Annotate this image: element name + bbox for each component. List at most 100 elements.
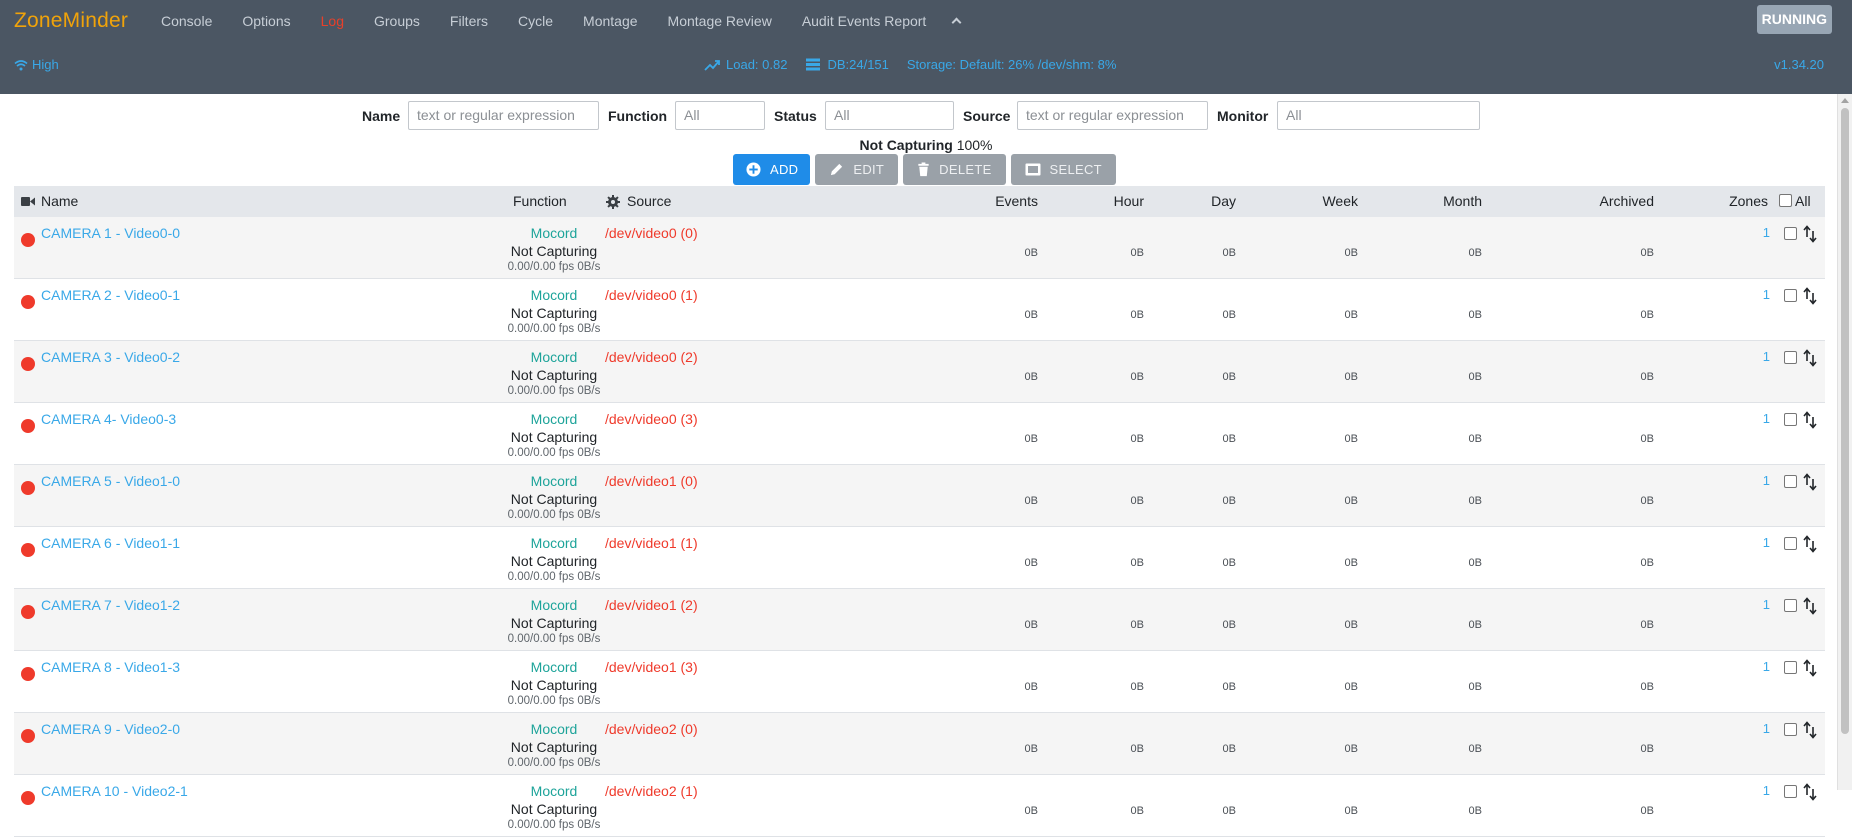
monitor-name-link[interactable]: CAMERA 4- Video0-3 [41, 411, 176, 427]
month-cell[interactable]: 0B [1392, 433, 1482, 445]
day-cell[interactable]: 0B [1164, 371, 1236, 383]
week-cell[interactable]: 0B [1274, 433, 1358, 445]
row-select-checkbox[interactable] [1784, 661, 1797, 674]
nav-montage-review[interactable]: Montage Review [653, 0, 787, 42]
brand-logo[interactable]: ZoneMinder [14, 9, 128, 33]
run-state-button[interactable]: RUNNING [1756, 5, 1832, 34]
col-zones[interactable]: Zones [1714, 193, 1768, 209]
zones-link[interactable]: 1 [1763, 287, 1770, 302]
monitor-name-link[interactable]: CAMERA 8 - Video1-3 [41, 659, 180, 675]
col-month[interactable]: Month [1392, 193, 1482, 209]
reorder-arrows-icon[interactable] [1803, 287, 1817, 305]
day-cell[interactable]: 0B [1164, 309, 1236, 321]
col-day[interactable]: Day [1164, 193, 1236, 209]
events-cell[interactable]: 0B [952, 743, 1038, 755]
events-cell[interactable]: 0B [952, 805, 1038, 817]
source-link[interactable]: /dev/video1 (3) [605, 659, 698, 675]
nav-audit-events-report[interactable]: Audit Events Report [787, 0, 942, 42]
add-monitor-button[interactable]: ADD [733, 154, 811, 185]
zones-link[interactable]: 1 [1763, 659, 1770, 674]
name-filter-input[interactable]: text or regular expression [408, 101, 599, 130]
nav-log[interactable]: Log [306, 0, 359, 42]
hour-cell[interactable]: 0B [1064, 433, 1144, 445]
hour-cell[interactable]: 0B [1064, 805, 1144, 817]
archived-cell[interactable]: 0B [1554, 619, 1654, 631]
row-select-checkbox[interactable] [1784, 599, 1797, 612]
delete-monitor-button[interactable]: DELETE [903, 154, 1006, 185]
col-source[interactable]: Source [627, 193, 671, 209]
archived-cell[interactable]: 0B [1554, 495, 1654, 507]
hour-cell[interactable]: 0B [1064, 371, 1144, 383]
scroll-up-arrow-icon[interactable] [1841, 98, 1849, 103]
archived-cell[interactable]: 0B [1554, 371, 1654, 383]
hour-cell[interactable]: 0B [1064, 495, 1144, 507]
events-cell[interactable]: 0B [952, 433, 1038, 445]
month-cell[interactable]: 0B [1392, 309, 1482, 321]
week-cell[interactable]: 0B [1274, 557, 1358, 569]
hour-cell[interactable]: 0B [1064, 247, 1144, 259]
source-link[interactable]: /dev/video0 (0) [605, 225, 698, 241]
week-cell[interactable]: 0B [1274, 247, 1358, 259]
reorder-arrows-icon[interactable] [1803, 349, 1817, 367]
reorder-arrows-icon[interactable] [1803, 473, 1817, 491]
col-archived[interactable]: Archived [1554, 193, 1654, 209]
nav-options[interactable]: Options [227, 0, 305, 42]
events-cell[interactable]: 0B [952, 371, 1038, 383]
row-select-checkbox[interactable] [1784, 413, 1797, 426]
month-cell[interactable]: 0B [1392, 743, 1482, 755]
monitor-filter-select[interactable]: All [1277, 101, 1480, 130]
source-link[interactable]: /dev/video1 (0) [605, 473, 698, 489]
reorder-arrows-icon[interactable] [1803, 535, 1817, 553]
reorder-arrows-icon[interactable] [1803, 597, 1817, 615]
row-select-checkbox[interactable] [1784, 289, 1797, 302]
col-name[interactable]: Name [41, 193, 78, 209]
day-cell[interactable]: 0B [1164, 495, 1236, 507]
bandwidth-selector[interactable]: High [14, 57, 59, 72]
col-hour[interactable]: Hour [1064, 193, 1144, 209]
monitor-name-link[interactable]: CAMERA 7 - Video1-2 [41, 597, 180, 613]
nav-groups[interactable]: Groups [359, 0, 435, 42]
month-cell[interactable]: 0B [1392, 247, 1482, 259]
archived-cell[interactable]: 0B [1554, 681, 1654, 693]
hour-cell[interactable]: 0B [1064, 619, 1144, 631]
day-cell[interactable]: 0B [1164, 433, 1236, 445]
monitor-name-link[interactable]: CAMERA 6 - Video1-1 [41, 535, 180, 551]
hour-cell[interactable]: 0B [1064, 309, 1144, 321]
source-link[interactable]: /dev/video1 (2) [605, 597, 698, 613]
edit-monitor-button[interactable]: EDIT [815, 154, 899, 185]
nav-cycle[interactable]: Cycle [503, 0, 568, 42]
nav-filters[interactable]: Filters [435, 0, 503, 42]
month-cell[interactable]: 0B [1392, 681, 1482, 693]
day-cell[interactable]: 0B [1164, 247, 1236, 259]
reorder-arrows-icon[interactable] [1803, 783, 1817, 801]
week-cell[interactable]: 0B [1274, 495, 1358, 507]
source-link[interactable]: /dev/video0 (3) [605, 411, 698, 427]
col-function[interactable]: Function [513, 193, 567, 209]
week-cell[interactable]: 0B [1274, 309, 1358, 321]
month-cell[interactable]: 0B [1392, 495, 1482, 507]
events-cell[interactable]: 0B [952, 309, 1038, 321]
week-cell[interactable]: 0B [1274, 619, 1358, 631]
source-link[interactable]: /dev/video2 (0) [605, 721, 698, 737]
monitor-name-link[interactable]: CAMERA 5 - Video1-0 [41, 473, 180, 489]
hour-cell[interactable]: 0B [1064, 557, 1144, 569]
reorder-arrows-icon[interactable] [1803, 659, 1817, 677]
zones-link[interactable]: 1 [1763, 535, 1770, 550]
month-cell[interactable]: 0B [1392, 371, 1482, 383]
col-week[interactable]: Week [1274, 193, 1358, 209]
row-select-checkbox[interactable] [1784, 227, 1797, 240]
source-link[interactable]: /dev/video2 (1) [605, 783, 698, 799]
week-cell[interactable]: 0B [1274, 805, 1358, 817]
zones-link[interactable]: 1 [1763, 597, 1770, 612]
function-filter-select[interactable]: All [675, 101, 765, 130]
version-label[interactable]: v1.34.20 [1774, 57, 1824, 72]
reorder-arrows-icon[interactable] [1803, 225, 1817, 243]
events-cell[interactable]: 0B [952, 557, 1038, 569]
zones-link[interactable]: 1 [1763, 225, 1770, 240]
row-select-checkbox[interactable] [1784, 537, 1797, 550]
day-cell[interactable]: 0B [1164, 805, 1236, 817]
reorder-arrows-icon[interactable] [1803, 721, 1817, 739]
events-cell[interactable]: 0B [952, 495, 1038, 507]
page-scrollbar[interactable] [1837, 94, 1852, 790]
collapse-nav-button[interactable] [941, 0, 972, 42]
